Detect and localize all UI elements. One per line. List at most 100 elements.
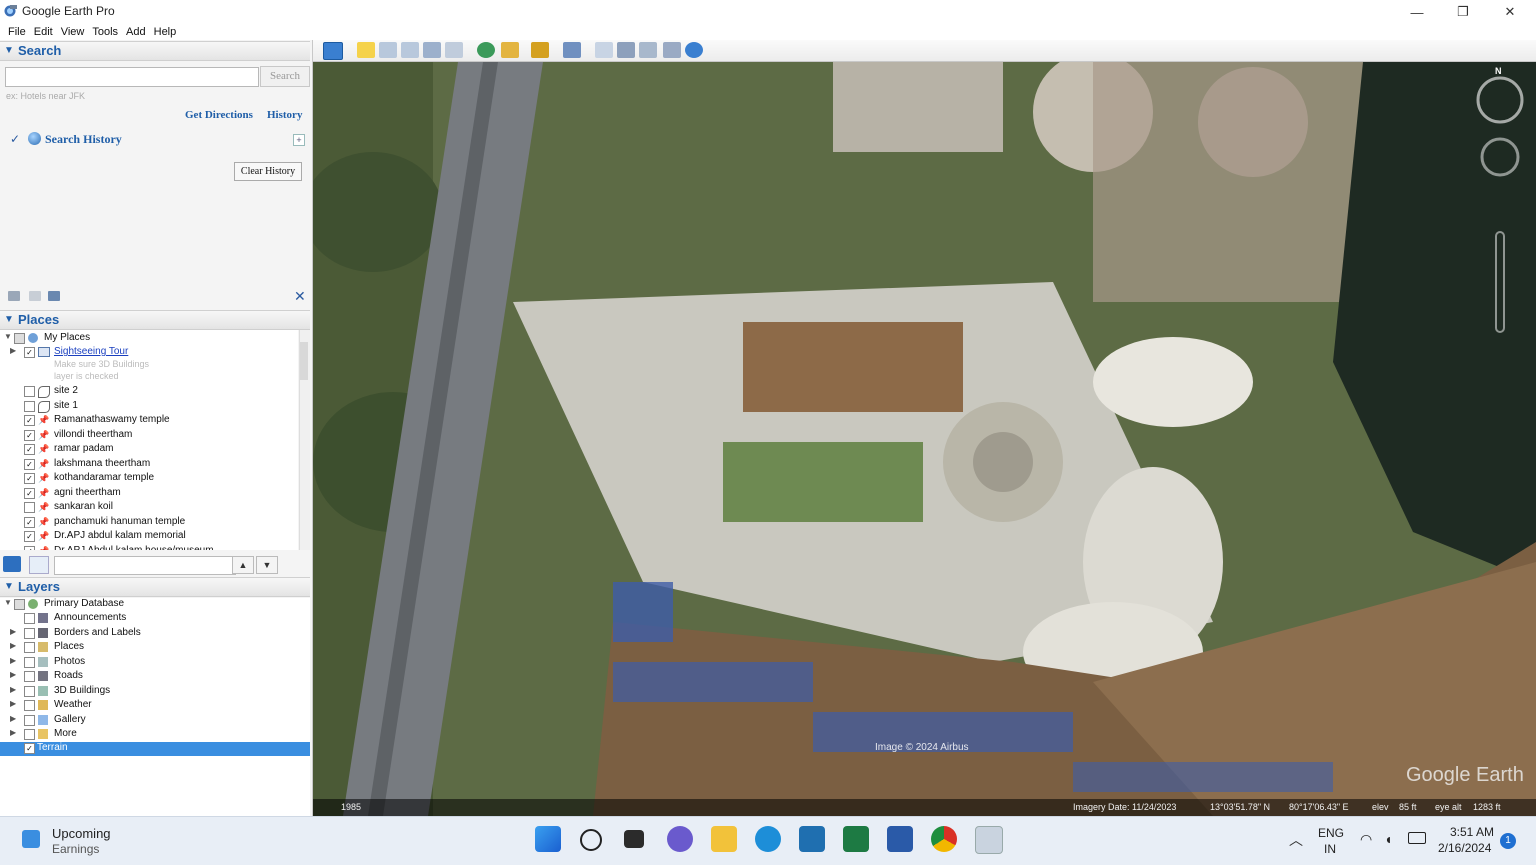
layer-item[interactable]: ▶ Roads (0, 670, 310, 684)
battery-icon[interactable] (1408, 832, 1426, 844)
widget-title[interactable]: Upcoming (52, 826, 111, 841)
tree-checkbox[interactable]: ✓ (24, 743, 35, 754)
places-scrollbar-thumb[interactable] (300, 342, 308, 380)
chat-icon[interactable] (667, 826, 693, 852)
place-item[interactable]: site 2 (0, 385, 298, 399)
expand-triangle-icon[interactable]: ▶ (10, 685, 16, 694)
expand-triangle-icon[interactable]: ▶ (10, 346, 16, 355)
notification-badge[interactable]: 1 (1500, 833, 1516, 849)
menu-tools[interactable]: Tools (88, 26, 122, 38)
checkmark-icon[interactable]: ✓ (10, 132, 20, 146)
chrome-icon[interactable] (931, 826, 957, 852)
minimize-button[interactable]: — (1394, 0, 1440, 24)
menu-help[interactable]: Help (150, 26, 181, 38)
history-link[interactable]: History (267, 109, 302, 121)
tree-checkbox[interactable] (24, 714, 35, 726)
place-item[interactable]: ✓ 📌 kothandaramar temple (0, 472, 298, 486)
search-icon[interactable] (580, 829, 602, 851)
tree-checkbox[interactable] (14, 599, 25, 610)
place-item[interactable]: ✓ 📌 agni theertham (0, 487, 298, 501)
stocks-widget-icon[interactable] (22, 830, 40, 848)
layer-item[interactable]: Announcements (0, 612, 310, 626)
menu-view[interactable]: View (57, 26, 89, 38)
clear-history-button[interactable]: Clear History (234, 162, 302, 181)
print-icon[interactable] (617, 42, 635, 58)
place-item[interactable]: ✓ 📌 Ramanathaswamy temple (0, 414, 298, 428)
place-item[interactable]: ✓ 📌 ramar padam (0, 443, 298, 457)
chevron-up-icon[interactable]: ︿ (1289, 830, 1303, 850)
widget-subtitle[interactable]: Earnings (52, 842, 99, 856)
tree-row-primary-database[interactable]: ▼ Primary Database (0, 598, 310, 612)
wifi-icon[interactable]: ◠ (1360, 831, 1372, 848)
tree-checkbox[interactable] (24, 386, 35, 397)
search-button[interactable]: Search (260, 66, 310, 87)
place-item[interactable]: ✓ 📌 villondi theertham (0, 429, 298, 443)
tree-checkbox[interactable] (24, 729, 35, 740)
tree-checkbox[interactable]: ✓ (24, 516, 35, 528)
record-tour-icon[interactable] (445, 42, 463, 58)
layer-item[interactable]: ▶ Places (0, 641, 310, 655)
layers-section-header[interactable]: ▼ Layers (0, 577, 310, 597)
path-icon[interactable] (401, 42, 419, 58)
polygon-icon[interactable] (379, 42, 397, 58)
collapse-triangle-icon[interactable]: ▼ (4, 332, 12, 341)
sunlight-icon[interactable] (501, 42, 519, 58)
ruler-icon[interactable] (563, 42, 581, 58)
place-item[interactable]: ✓ 📌 panchamuki hanuman temple (0, 516, 298, 530)
store-icon[interactable] (799, 826, 825, 852)
search-history-label[interactable]: Search History (45, 132, 122, 147)
tree-checkbox[interactable]: ✓ (24, 487, 35, 499)
menu-add[interactable]: Add (122, 26, 150, 38)
word-icon[interactable] (887, 826, 913, 852)
tree-checkbox[interactable] (24, 627, 35, 639)
image-overlay-icon[interactable] (423, 42, 441, 58)
tree-checkbox[interactable] (24, 400, 35, 412)
collapse-triangle-icon[interactable]: ▼ (4, 598, 12, 607)
folder-icon[interactable] (8, 291, 20, 301)
tree-checkbox[interactable]: ✓ (24, 531, 35, 542)
expand-triangle-icon[interactable]: ▶ (10, 627, 16, 636)
save-image-icon[interactable] (639, 42, 657, 58)
clock-date[interactable]: 2/16/2024 (1438, 841, 1491, 855)
tree-checkbox[interactable] (24, 502, 35, 513)
restore-button[interactable]: ❐ (1440, 0, 1486, 24)
start-windows-icon[interactable] (535, 826, 561, 852)
get-directions-link[interactable]: Get Directions (185, 109, 253, 121)
place-item[interactable]: ✓📌 Dr.APJ Abdul kalam house/museum (0, 545, 298, 550)
tree-checkbox[interactable] (24, 613, 35, 624)
place-item[interactable]: ✓ 📌 lakshmana theertham (0, 458, 298, 472)
expand-plus-icon[interactable]: + (293, 134, 305, 146)
tree-checkbox[interactable]: ✓ (24, 347, 35, 358)
close-window-button[interactable]: ✕ (1487, 0, 1533, 24)
tree-checkbox[interactable]: ✓ (24, 473, 35, 484)
layer-item[interactable]: ▶ Weather (0, 699, 310, 713)
print-icon[interactable] (48, 291, 60, 301)
tree-checkbox[interactable] (24, 700, 35, 711)
layer-item[interactable]: ▶ Borders and Labels (0, 627, 310, 641)
tree-row-terrain[interactable]: ✓ Terrain (0, 742, 310, 756)
move-up-button[interactable]: ▲ (232, 556, 254, 574)
record-movie-icon[interactable] (663, 42, 681, 58)
tree-checkbox[interactable]: ✓ (24, 444, 35, 455)
search-input[interactable] (5, 67, 259, 87)
sightseeing-tour-link[interactable]: Sightseeing Tour (54, 346, 128, 357)
tree-row-sightseeing-tour[interactable]: ▶ ✓ Sightseeing Tour (0, 346, 298, 360)
view-in-maps-icon[interactable] (685, 42, 703, 58)
excel-icon[interactable] (843, 826, 869, 852)
tree-checkbox[interactable] (14, 333, 25, 344)
expand-triangle-icon[interactable]: ▶ (10, 656, 16, 665)
planets-icon[interactable] (531, 42, 549, 58)
layer-item[interactable]: ▶ Photos (0, 656, 310, 670)
tree-checkbox[interactable] (24, 656, 35, 668)
region-indicator[interactable]: IN (1324, 842, 1336, 856)
tree-row-my-places[interactable]: ▼ My Places (0, 332, 298, 346)
task-view-icon[interactable] (624, 830, 644, 848)
tree-checkbox[interactable] (24, 685, 35, 697)
sidebar-toggle-icon[interactable] (323, 42, 343, 60)
historical-imagery-icon[interactable] (477, 42, 495, 58)
file-explorer-icon[interactable] (711, 826, 737, 852)
map-view[interactable]: N (313, 62, 1536, 816)
search-section-header[interactable]: ▼ Search (0, 41, 310, 61)
layer-item[interactable]: ▶ Gallery (0, 714, 310, 728)
place-item[interactable]: ✓ 📌 Dr.APJ abdul kalam memorial (0, 530, 298, 544)
